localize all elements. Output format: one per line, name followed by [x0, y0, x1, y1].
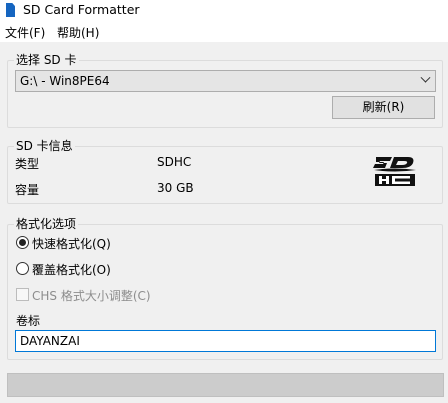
volume-label-title: 卷标 — [16, 314, 41, 328]
type-label: 类型 — [15, 157, 40, 171]
refresh-button[interactable]: 刷新(R) — [332, 96, 435, 119]
volume-label-input[interactable] — [15, 330, 436, 352]
card-info-group-title: SD 卡信息 — [14, 138, 75, 154]
sd-card-app-icon — [6, 3, 15, 17]
capacity-label: 容量 — [15, 183, 40, 197]
select-card-group-title: 选择 SD 卡 — [14, 52, 79, 68]
card-select-value: G:\ - Win8PE64 — [20, 74, 110, 88]
format-button[interactable] — [7, 373, 444, 397]
chs-adjust-label: CHS 格式大小调整(C) — [32, 289, 151, 303]
overwrite-format-radio[interactable] — [16, 262, 29, 275]
format-options-group-title: 格式化选项 — [14, 216, 79, 232]
title-bar: SD Card Formatter — [0, 0, 448, 22]
window-title: SD Card Formatter — [23, 2, 140, 17]
sdhc-logo-icon — [373, 157, 416, 186]
chevron-down-icon — [420, 72, 431, 83]
quick-format-label[interactable]: 快速格式化(Q) — [32, 235, 111, 252]
overwrite-format-label[interactable]: 覆盖格式化(O) — [32, 261, 111, 278]
menu-bar: 文件(F) 帮助(H) — [0, 22, 448, 42]
menu-help[interactable]: 帮助(H) — [57, 24, 99, 41]
capacity-value: 30 GB — [157, 181, 194, 195]
card-select[interactable]: G:\ - Win8PE64 — [15, 70, 436, 92]
menu-file[interactable]: 文件(F) — [5, 24, 45, 41]
quick-format-radio[interactable] — [16, 236, 29, 249]
type-value: SDHC — [157, 155, 192, 169]
chs-adjust-checkbox[interactable] — [16, 288, 29, 301]
